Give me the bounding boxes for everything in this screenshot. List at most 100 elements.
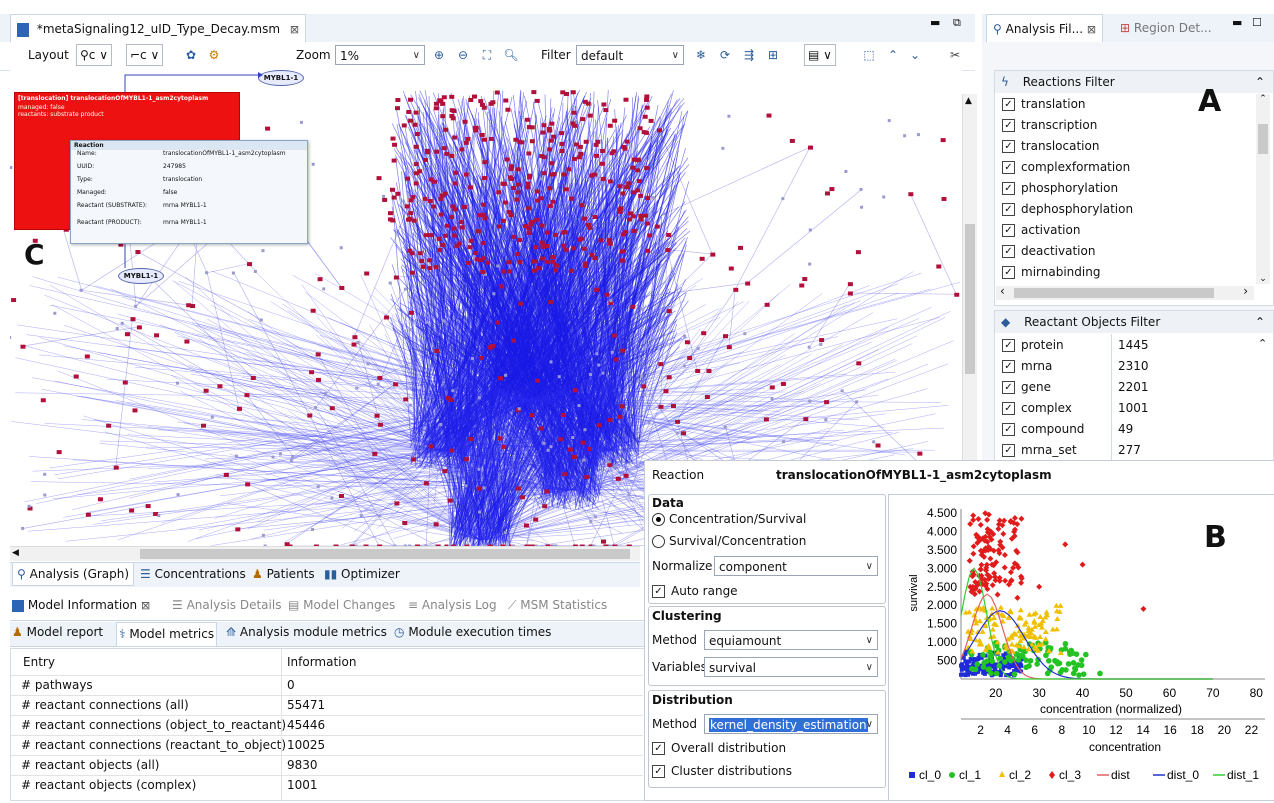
graph-node[interactable] (393, 382, 398, 386)
graph-node[interactable] (464, 173, 469, 177)
graph-node[interactable] (502, 182, 507, 186)
graph-node[interactable] (449, 95, 454, 99)
graph-node[interactable] (531, 90, 536, 94)
graph-node[interactable] (443, 234, 448, 238)
graph-node[interactable] (473, 126, 478, 130)
graph-node[interactable] (561, 172, 566, 176)
graph-node[interactable] (825, 191, 830, 195)
graph-node[interactable] (526, 182, 531, 186)
graph-node[interactable] (423, 197, 428, 201)
graph-node[interactable] (592, 215, 597, 219)
graph-node[interactable] (481, 213, 486, 217)
graph-node[interactable] (464, 141, 469, 145)
graph-node[interactable] (572, 157, 577, 161)
graph-node[interactable] (652, 196, 655, 199)
reactant-filter-item[interactable]: ✓mrna_set277 (1002, 440, 1252, 461)
graph-node[interactable] (452, 234, 457, 238)
graph-node[interactable] (137, 325, 142, 329)
graph-node[interactable] (770, 385, 775, 389)
graph-node[interactable] (663, 212, 666, 215)
graph-node[interactable] (572, 124, 577, 128)
reactions-scroll-left[interactable]: ‹ (1000, 284, 1005, 298)
graph-node[interactable] (626, 181, 631, 185)
graph-node[interactable] (409, 328, 412, 331)
graph-node[interactable] (184, 340, 189, 344)
graph-node[interactable] (580, 117, 585, 121)
graph-node[interactable] (211, 416, 214, 419)
graph-node[interactable] (235, 527, 240, 531)
graph-node[interactable] (339, 494, 344, 498)
graph-node[interactable] (422, 201, 425, 204)
graph-node[interactable] (539, 154, 544, 158)
graph-node[interactable] (535, 379, 540, 383)
graph-node[interactable] (443, 192, 448, 196)
graph-node[interactable] (403, 397, 408, 401)
tab-analysis-graph[interactable]: ⚲ Analysis (Graph) (12, 563, 134, 586)
reaction-filter-item[interactable]: ✓complexformation (1002, 157, 1130, 178)
graph-node[interactable] (917, 452, 922, 456)
graph-node[interactable] (245, 482, 250, 486)
scroll-thumb[interactable] (965, 224, 975, 374)
graph-node[interactable] (558, 228, 561, 231)
graph-node[interactable] (583, 428, 586, 431)
graph-node[interactable] (475, 257, 480, 261)
graph-node[interactable] (408, 98, 413, 102)
graph-node[interactable] (954, 293, 959, 297)
graph-node[interactable] (627, 494, 630, 497)
tab-msm-statistics[interactable]: ⟋ MSM Statistics (508, 598, 607, 613)
graph-node[interactable] (408, 198, 413, 202)
graph-node[interactable] (411, 458, 416, 462)
graph-node[interactable] (244, 393, 249, 397)
graph-node[interactable] (559, 149, 564, 153)
graph-node[interactable] (872, 440, 875, 443)
graph-node[interactable] (481, 203, 486, 207)
reactant-filter-item[interactable]: ✓mrna2310 (1002, 356, 1252, 377)
graph-node[interactable] (382, 198, 387, 202)
graph-node[interactable] (532, 269, 537, 273)
graph-node[interactable] (314, 406, 317, 409)
table-header-entry[interactable]: Entry (23, 655, 55, 669)
graph-node[interactable] (855, 400, 858, 403)
graph-node[interactable] (481, 241, 486, 245)
graph-node[interactable] (260, 319, 263, 322)
graph-node[interactable] (235, 455, 238, 458)
graph-node[interactable] (505, 108, 510, 112)
graph-node[interactable] (658, 405, 663, 409)
reactions-hscroll-thumb[interactable] (1014, 288, 1214, 298)
graph-node[interactable] (577, 155, 582, 159)
graph-node[interactable] (471, 357, 474, 360)
graph-node[interactable] (410, 271, 415, 275)
graph-node[interactable] (582, 247, 587, 251)
graph-node[interactable] (535, 99, 540, 103)
graph-node[interactable] (405, 177, 410, 181)
graph-node[interactable] (504, 531, 507, 534)
graph-node[interactable] (617, 184, 622, 188)
graph-node[interactable] (569, 494, 572, 497)
graph-node[interactable] (480, 133, 485, 137)
graph-node[interactable] (550, 255, 555, 259)
subtab-analysis-module-metrics[interactable]: ⟰ Analysis module metrics (226, 625, 387, 639)
graph-node[interactable] (645, 222, 650, 226)
graph-node[interactable] (497, 224, 502, 228)
graph-node[interactable] (519, 140, 524, 144)
graph-node[interactable] (442, 146, 447, 150)
graph-node[interactable] (446, 396, 451, 400)
graph-node[interactable] (439, 423, 442, 426)
graph-node[interactable] (452, 136, 457, 140)
collapse-icon[interactable]: ⌃ (1255, 311, 1265, 333)
graph-node[interactable] (829, 187, 834, 191)
graph-node[interactable] (427, 258, 432, 262)
graph-node[interactable] (635, 168, 640, 172)
reaction-filter-item[interactable]: ✓transcription (1002, 115, 1097, 136)
subtab-model-metrics[interactable]: ⚕ Model metrics (116, 622, 217, 646)
graph-node[interactable] (583, 100, 588, 104)
table-row[interactable]: # reactant connections (reactant_to_obje… (11, 735, 643, 756)
graph-node[interactable] (535, 199, 540, 203)
graph-node[interactable] (518, 302, 523, 306)
graph-node[interactable] (434, 106, 439, 110)
graph-node[interactable] (578, 145, 583, 149)
graph-node[interactable] (781, 197, 784, 200)
graph-node[interactable] (808, 146, 813, 150)
graph-node[interactable] (523, 224, 528, 228)
table-row[interactable]: # reactant connections (all)55471 (11, 695, 643, 716)
